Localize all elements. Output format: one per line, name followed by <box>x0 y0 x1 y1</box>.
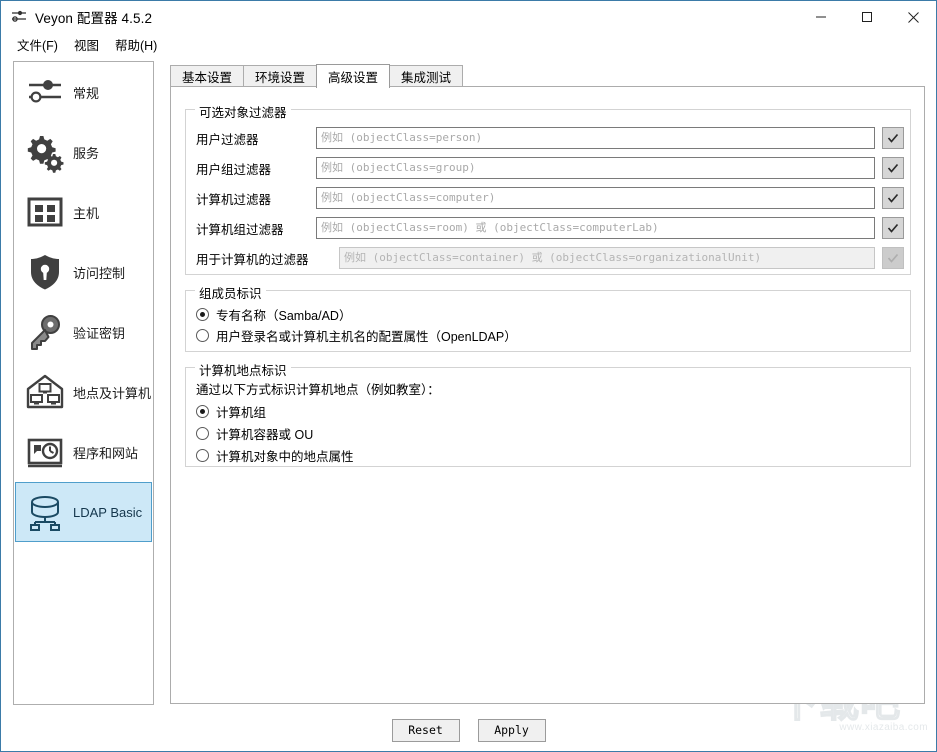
computer-location-identification-group: 计算机地点标识 通过以下方式标识计算机地点（例如教室）： 计算机组 计算机容器或… <box>185 367 911 467</box>
radio-button-icon[interactable] <box>196 329 209 342</box>
sidebar-label: LDAP Basic <box>73 505 142 520</box>
sidebar-item-auth-keys[interactable]: 验证密钥 <box>15 302 152 362</box>
check-icon <box>886 221 900 235</box>
filter-row-computer-container: 用于计算机的过滤器 例如 (objectClass=container) 或 (… <box>196 247 904 269</box>
key-icon <box>22 309 68 355</box>
sidebar-label: 服务 <box>73 143 99 162</box>
radio-label: 专有名称（Samba/AD） <box>216 305 351 324</box>
group-title: 计算机地点标识 <box>195 360 291 379</box>
member-option-login-name[interactable]: 用户登录名或计算机主机名的配置属性（OpenLDAP） <box>196 326 517 344</box>
group-title: 可选对象过滤器 <box>195 102 291 121</box>
location-option-containers-ou[interactable]: 计算机容器或 OU <box>196 424 313 442</box>
filter-row-user: 用户过滤器 例如 (objectClass=person) <box>196 127 904 149</box>
sidebar-item-ldap-basic[interactable]: LDAP Basic <box>15 482 152 542</box>
computer-filter-check-button[interactable] <box>882 187 904 209</box>
computer-container-filter-label: 用于计算机的过滤器 <box>196 249 339 268</box>
computer-filter-label: 计算机过滤器 <box>196 189 316 208</box>
sidebar-label: 地点及计算机 <box>73 383 151 402</box>
group-title: 组成员标识 <box>195 283 266 302</box>
radio-label: 计算机对象中的地点属性 <box>216 446 354 465</box>
radio-button-icon[interactable] <box>196 449 209 462</box>
computer-container-filter-input[interactable]: 例如 (objectClass=container) 或 (objectClas… <box>339 247 875 269</box>
user-filter-check-button[interactable] <box>882 127 904 149</box>
house-pcs-icon <box>22 369 68 415</box>
sidebar-item-service[interactable]: 服务 <box>15 122 152 182</box>
grid-icon <box>22 189 68 235</box>
computer-group-filter-label: 计算机组过滤器 <box>196 219 316 238</box>
title-bar: Veyon 配置器 4.5.2 <box>1 1 936 33</box>
menu-bar: 文件(F) 视图 帮助(H) <box>1 33 936 56</box>
check-icon <box>886 191 900 205</box>
sliders-icon <box>22 69 68 115</box>
sidebar-label: 主机 <box>73 203 99 222</box>
sidebar-item-programs-websites[interactable]: 程序和网站 <box>15 422 152 482</box>
minimize-button[interactable] <box>798 1 844 33</box>
radio-button-icon[interactable] <box>196 405 209 418</box>
tab-basic-settings[interactable]: 基本设置 <box>170 65 244 87</box>
radio-label: 用户登录名或计算机主机名的配置属性（OpenLDAP） <box>216 326 517 345</box>
check-icon <box>886 161 900 175</box>
filter-row-computer-group: 计算机组过滤器 例如 (objectClass=room) 或 (objectC… <box>196 217 904 239</box>
user-group-filter-input[interactable]: 例如 (objectClass=group) <box>316 157 875 179</box>
user-filter-label: 用户过滤器 <box>196 129 316 148</box>
window-controls <box>798 1 936 33</box>
sidebar-item-general[interactable]: 常规 <box>15 62 152 122</box>
menu-help[interactable]: 帮助(H) <box>107 33 165 57</box>
computer-filter-input[interactable]: 例如 (objectClass=computer) <box>316 187 875 209</box>
reset-button[interactable]: Reset <box>392 719 460 742</box>
sidebar-label: 访问控制 <box>73 263 125 282</box>
apply-button[interactable]: Apply <box>478 719 546 742</box>
tab-environment-settings[interactable]: 环境设置 <box>243 65 317 87</box>
sidebar-item-master[interactable]: 主机 <box>15 182 152 242</box>
optional-object-filters-group: 可选对象过滤器 用户过滤器 例如 (objectClass=person) 用户… <box>185 109 911 275</box>
gears-icon <box>22 129 68 175</box>
sidebar-item-locations-computers[interactable]: 地点及计算机 <box>15 362 152 422</box>
check-icon <box>886 131 900 145</box>
menu-view[interactable]: 视图 <box>66 33 107 57</box>
group-member-identification-group: 组成员标识 专有名称（Samba/AD） 用户登录名或计算机主机名的配置属性（O… <box>185 290 911 352</box>
user-group-filter-check-button[interactable] <box>882 157 904 179</box>
veyon-configurator-window: Veyon 配置器 4.5.2 文件(F) 视图 帮助 <box>0 0 937 752</box>
radio-button-icon[interactable] <box>196 308 209 321</box>
computer-group-filter-check-button[interactable] <box>882 217 904 239</box>
close-button[interactable] <box>890 1 936 33</box>
sidebar-item-access-control[interactable]: 访问控制 <box>15 242 152 302</box>
shield-icon <box>22 249 68 295</box>
check-icon <box>886 251 900 265</box>
sidebar: 常规 服务 <box>13 61 154 705</box>
sidebar-label: 常规 <box>73 83 99 102</box>
location-option-computer-groups[interactable]: 计算机组 <box>196 402 266 420</box>
radio-button-icon[interactable] <box>196 427 209 440</box>
filter-row-computer: 计算机过滤器 例如 (objectClass=computer) <box>196 187 904 209</box>
footer-bar: Reset Apply <box>1 709 936 751</box>
advanced-settings-panel: 可选对象过滤器 用户过滤器 例如 (objectClass=person) 用户… <box>170 86 925 704</box>
radio-label: 计算机组 <box>216 402 266 421</box>
menu-file[interactable]: 文件(F) <box>9 33 66 57</box>
tab-strip: 基本设置 环境设置 高级设置 集成测试 <box>170 64 925 87</box>
maximize-button[interactable] <box>844 1 890 33</box>
filter-row-user-group: 用户组过滤器 例如 (objectClass=group) <box>196 157 904 179</box>
radio-label: 计算机容器或 OU <box>216 424 313 443</box>
veyon-slider-icon <box>10 8 28 26</box>
tab-advanced-settings[interactable]: 高级设置 <box>316 64 390 88</box>
location-description: 通过以下方式标识计算机地点（例如教室）： <box>196 379 440 398</box>
computer-container-filter-check-button[interactable] <box>882 247 904 269</box>
user-group-filter-label: 用户组过滤器 <box>196 159 316 178</box>
user-filter-input[interactable]: 例如 (objectClass=person) <box>316 127 875 149</box>
computer-group-filter-input[interactable]: 例如 (objectClass=room) 或 (objectClass=com… <box>316 217 875 239</box>
location-option-attribute[interactable]: 计算机对象中的地点属性 <box>196 446 354 464</box>
database-icon <box>22 489 68 535</box>
window-title: Veyon 配置器 4.5.2 <box>35 7 152 27</box>
sidebar-label: 程序和网站 <box>73 443 138 462</box>
tab-integration-test[interactable]: 集成测试 <box>389 65 463 87</box>
screen-clock-icon <box>22 429 68 475</box>
sidebar-label: 验证密钥 <box>73 323 125 342</box>
member-option-dn[interactable]: 专有名称（Samba/AD） <box>196 305 351 323</box>
